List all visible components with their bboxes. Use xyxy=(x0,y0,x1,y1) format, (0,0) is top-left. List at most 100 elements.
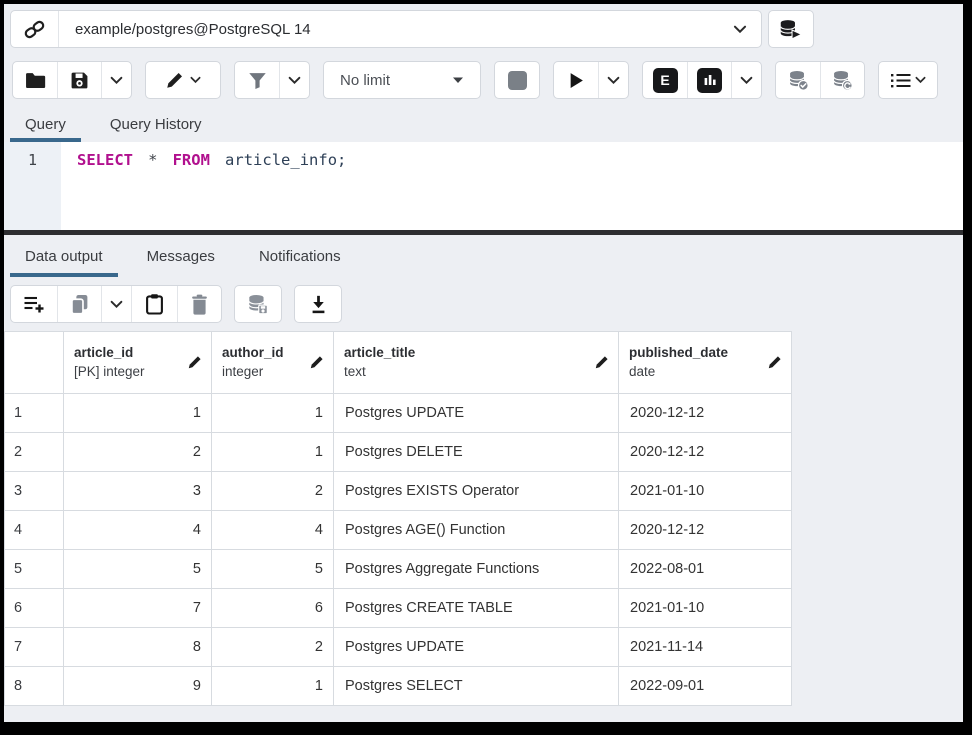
filter-options-dropdown[interactable] xyxy=(279,62,309,98)
edit-button[interactable] xyxy=(146,62,220,98)
cell-published-date[interactable]: 2021-11-14 xyxy=(619,628,792,667)
row-edit-button-group xyxy=(10,285,222,323)
copy-options-dropdown[interactable] xyxy=(101,286,131,322)
explain-analyze-button[interactable] xyxy=(687,62,731,98)
row-number[interactable]: 1 xyxy=(5,394,64,433)
connection-status-button[interactable] xyxy=(11,11,59,47)
cell-article-title[interactable]: Postgres CREATE TABLE xyxy=(334,589,619,628)
cell-author-id[interactable]: 1 xyxy=(212,433,334,472)
cell-author-id[interactable]: 1 xyxy=(212,667,334,706)
row-limit-select[interactable]: No limit xyxy=(323,61,481,99)
row-number[interactable]: 2 xyxy=(5,433,64,472)
table-row: 8 9 1 Postgres SELECT 2022-09-01 xyxy=(5,667,792,706)
cell-author-id[interactable]: 6 xyxy=(212,589,334,628)
cell-author-id[interactable]: 2 xyxy=(212,628,334,667)
sql-identifier: article_info; xyxy=(225,151,346,169)
column-header-published-date[interactable]: published_date date xyxy=(619,332,792,394)
download-button[interactable] xyxy=(295,286,341,322)
cell-article-id[interactable]: 8 xyxy=(64,628,212,667)
cell-published-date[interactable]: 2022-09-01 xyxy=(619,667,792,706)
sql-keyword-from: FROM xyxy=(173,151,210,169)
cell-article-id[interactable]: 3 xyxy=(64,472,212,511)
cell-published-date[interactable]: 2022-08-01 xyxy=(619,550,792,589)
open-file-button[interactable] xyxy=(13,62,57,98)
chevron-down-icon xyxy=(607,76,620,85)
tab-data-output-label: Data output xyxy=(25,248,103,265)
tab-query-history[interactable]: Query History xyxy=(95,106,217,142)
caret-down-icon xyxy=(452,76,464,84)
execute-options-dropdown[interactable] xyxy=(598,62,628,98)
numbered-list-icon xyxy=(890,72,911,89)
cell-article-id[interactable]: 4 xyxy=(64,511,212,550)
cell-author-id[interactable]: 4 xyxy=(212,511,334,550)
row-number[interactable]: 3 xyxy=(5,472,64,511)
column-header-article-id[interactable]: article_id [PK] integer xyxy=(64,332,212,394)
cell-published-date[interactable]: 2020-12-12 xyxy=(619,394,792,433)
explain-analyze-icon xyxy=(697,68,722,93)
tab-notifications[interactable]: Notifications xyxy=(244,235,356,277)
cell-article-title[interactable]: Postgres AGE() Function xyxy=(334,511,619,550)
rollback-button[interactable] xyxy=(820,62,864,98)
execute-button[interactable] xyxy=(554,62,598,98)
cell-published-date[interactable]: 2020-12-12 xyxy=(619,433,792,472)
sql-keyword-select: SELECT xyxy=(77,151,133,169)
save-options-dropdown[interactable] xyxy=(101,62,131,98)
save-data-button[interactable] xyxy=(235,286,281,322)
sql-editor[interactable]: 1 SELECT * FROM article_info; xyxy=(4,142,963,230)
cell-author-id[interactable]: 5 xyxy=(212,550,334,589)
column-header-article-title[interactable]: article_title text xyxy=(334,332,619,394)
cell-article-title[interactable]: Postgres EXISTS Operator xyxy=(334,472,619,511)
cell-article-id[interactable]: 2 xyxy=(64,433,212,472)
cell-article-id[interactable]: 1 xyxy=(64,394,212,433)
copy-button[interactable] xyxy=(57,286,101,322)
cell-article-id[interactable]: 9 xyxy=(64,667,212,706)
cell-published-date[interactable]: 2021-01-10 xyxy=(619,472,792,511)
edit-button-group xyxy=(145,61,221,99)
cell-article-title[interactable]: Postgres Aggregate Functions xyxy=(334,550,619,589)
tab-data-output[interactable]: Data output xyxy=(10,235,118,277)
explain-options-dropdown[interactable] xyxy=(731,62,761,98)
stop-button[interactable] xyxy=(495,62,539,98)
cell-author-id[interactable]: 1 xyxy=(212,394,334,433)
cell-article-id[interactable]: 5 xyxy=(64,550,212,589)
sql-code-line[interactable]: SELECT * FROM article_info; xyxy=(61,142,963,230)
cell-published-date[interactable]: 2020-12-12 xyxy=(619,511,792,550)
cell-author-id[interactable]: 2 xyxy=(212,472,334,511)
cell-article-title[interactable]: Postgres UPDATE xyxy=(334,628,619,667)
row-number[interactable]: 5 xyxy=(5,550,64,589)
filter-button[interactable] xyxy=(235,62,279,98)
tab-notifications-label: Notifications xyxy=(259,248,341,265)
column-header-author-id[interactable]: author_id integer xyxy=(212,332,334,394)
row-number[interactable]: 8 xyxy=(5,667,64,706)
chevron-down-icon xyxy=(110,300,123,309)
chevron-down-icon xyxy=(288,76,301,85)
cell-article-title[interactable]: Postgres DELETE xyxy=(334,433,619,472)
save-data-button-group xyxy=(234,285,282,323)
row-number[interactable]: 6 xyxy=(5,589,64,628)
trash-icon xyxy=(191,294,208,315)
new-connection-button[interactable] xyxy=(768,10,814,48)
delete-row-button[interactable] xyxy=(177,286,221,322)
cell-published-date[interactable]: 2021-01-10 xyxy=(619,589,792,628)
edit-pencil-icon xyxy=(309,354,325,370)
save-button[interactable] xyxy=(57,62,101,98)
add-row-button[interactable] xyxy=(11,286,57,322)
tab-query-history-label: Query History xyxy=(110,116,202,133)
connection-icon xyxy=(24,19,45,40)
cell-article-title[interactable]: Postgres UPDATE xyxy=(334,394,619,433)
row-number[interactable]: 7 xyxy=(5,628,64,667)
column-name: author_id xyxy=(222,343,309,363)
data-output-grid: article_id [PK] integer author_id xyxy=(4,331,963,722)
explain-button[interactable]: E xyxy=(643,62,687,98)
commit-button[interactable] xyxy=(776,62,820,98)
row-number[interactable]: 4 xyxy=(5,511,64,550)
cell-article-id[interactable]: 7 xyxy=(64,589,212,628)
tab-query[interactable]: Query xyxy=(10,106,81,142)
tab-messages[interactable]: Messages xyxy=(132,235,230,277)
cell-article-title[interactable]: Postgres SELECT xyxy=(334,667,619,706)
macros-button[interactable] xyxy=(879,62,937,98)
copy-icon xyxy=(70,294,89,315)
paste-button[interactable] xyxy=(131,286,177,322)
corner-cell[interactable] xyxy=(5,332,64,394)
connection-selector[interactable]: example/postgres@PostgreSQL 14 xyxy=(59,11,761,47)
